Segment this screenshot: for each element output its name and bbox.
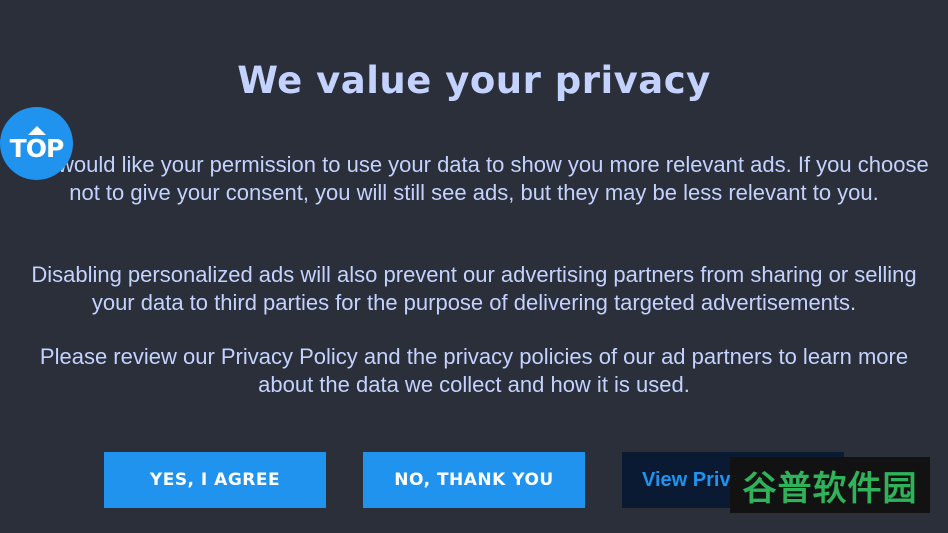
consent-paragraph-1: We would like your permission to use you…	[19, 152, 929, 205]
decline-button[interactable]: NO, THANK YOU	[363, 452, 585, 508]
back-to-top-label: TOP	[9, 133, 65, 163]
agree-button[interactable]: YES, I AGREE	[104, 452, 326, 508]
consent-paragraph-2: Disabling personalized ads will also pre…	[31, 262, 917, 315]
site-watermark: 谷普软件园	[730, 457, 930, 513]
back-to-top-button[interactable]: TOP	[0, 107, 73, 180]
consent-paragraph-3: Please review our Privacy Policy and the…	[39, 344, 909, 397]
dialog-title: We value your privacy	[237, 58, 711, 102]
watermark-text: 谷普软件园	[742, 468, 918, 509]
